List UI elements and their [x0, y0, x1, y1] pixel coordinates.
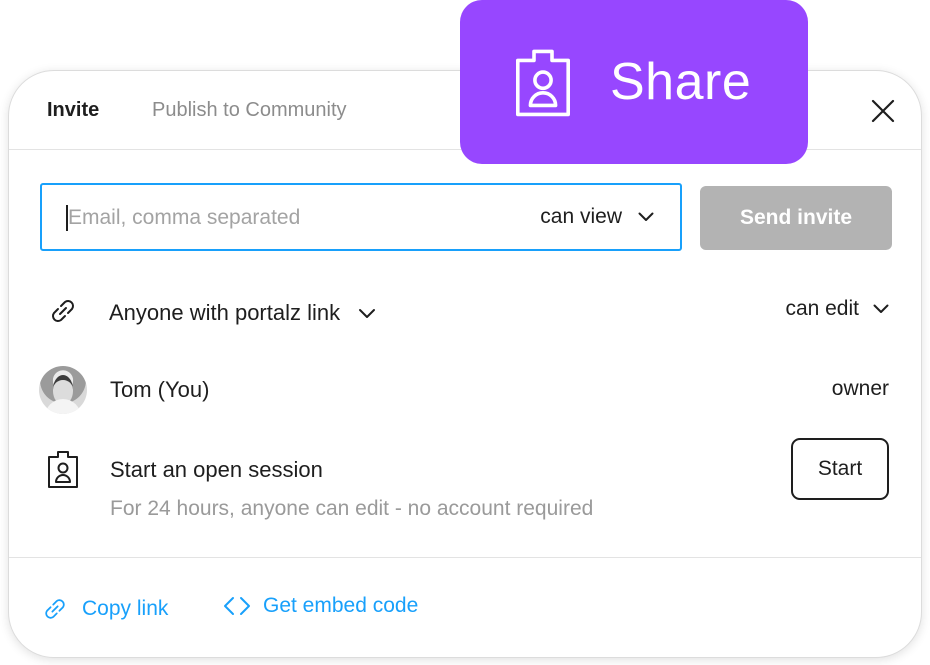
link-icon — [45, 599, 65, 619]
tab-invite[interactable]: Invite — [47, 99, 99, 122]
invite-permission-dropdown[interactable]: can view — [540, 205, 654, 229]
member-name: Tom (You) — [110, 377, 210, 402]
email-input[interactable] — [66, 185, 490, 251]
email-input-container[interactable]: can view — [40, 183, 682, 251]
open-session-description: For 24 hours, anyone can edit - no accou… — [110, 497, 594, 520]
send-invite-button[interactable]: Send invite — [700, 186, 892, 250]
link-permission-label: can edit — [785, 297, 859, 320]
badge-icon — [513, 46, 573, 123]
member-role: owner — [831, 377, 889, 400]
copy-link-label: Copy link — [82, 597, 169, 620]
link-icon — [47, 294, 79, 333]
share-badge-label: Share — [610, 53, 752, 111]
text-caret — [66, 205, 68, 231]
open-session-title: Start an open session — [110, 457, 323, 482]
invite-permission-label: can view — [540, 205, 622, 228]
get-embed-code-button[interactable]: Get embed code — [223, 594, 418, 618]
code-icon — [224, 597, 250, 615]
chevron-down-icon — [359, 308, 376, 318]
footer-divider — [9, 557, 921, 558]
link-permission-dropdown[interactable]: can edit — [785, 297, 889, 321]
avatar — [39, 366, 87, 414]
link-access-dropdown[interactable]: Anyone with portalz link — [109, 300, 376, 326]
badge-icon — [47, 449, 79, 494]
chevron-down-icon — [873, 304, 889, 313]
chevron-down-icon — [638, 212, 654, 221]
link-access-label: Anyone with portalz link — [109, 300, 341, 325]
start-session-button[interactable]: Start — [791, 438, 889, 500]
copy-link-button[interactable]: Copy link — [40, 594, 168, 624]
embed-code-label: Get embed code — [263, 594, 419, 617]
close-icon[interactable] — [871, 99, 895, 123]
tab-publish-to-community[interactable]: Publish to Community — [152, 99, 347, 122]
share-badge: Share — [460, 0, 808, 164]
